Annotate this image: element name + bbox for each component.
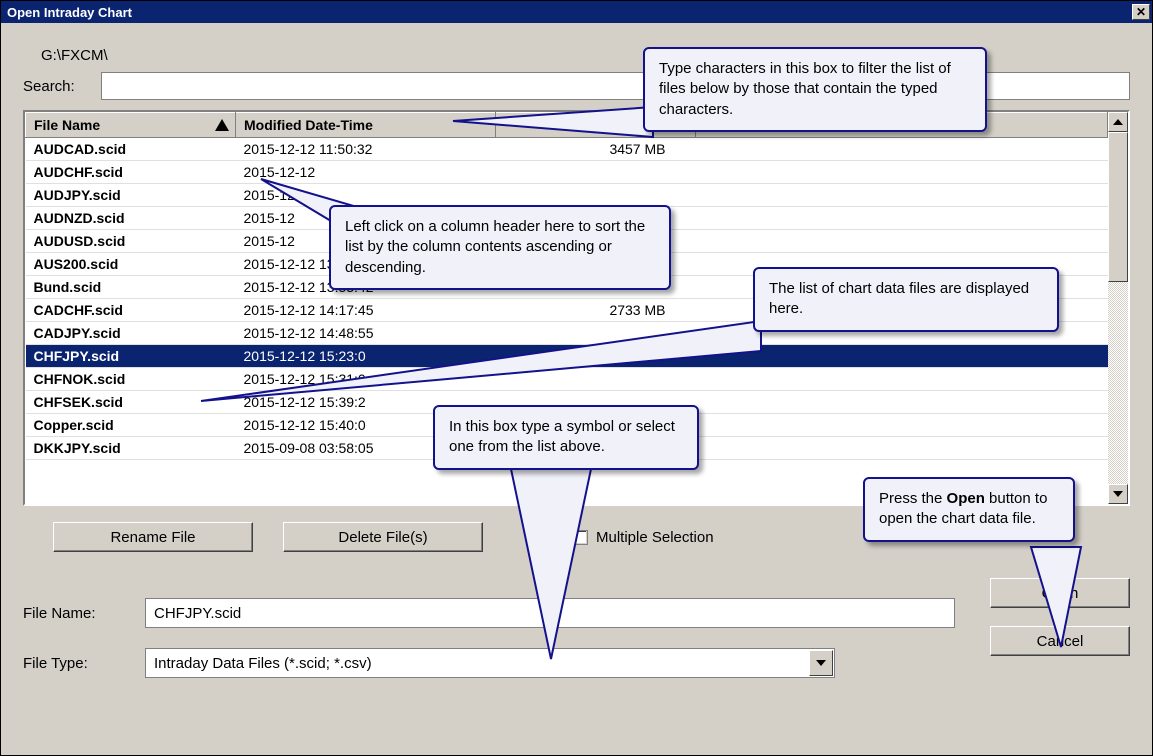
file-size-cell [496, 161, 696, 184]
titlebar: Open Intraday Chart ✕ [1, 1, 1152, 23]
arrow-up-icon [1113, 119, 1123, 125]
column-header-modified-label: Modified Date-Time [244, 117, 373, 133]
file-name-cell: AUS200.scid [26, 253, 236, 276]
file-name-cell: CADCHF.scid [26, 299, 236, 322]
callout-filename-pointer [511, 469, 601, 659]
close-button[interactable]: ✕ [1132, 4, 1150, 20]
sort-ascending-icon [215, 119, 229, 131]
callout-header-text: Left click on a column header here to so… [345, 218, 645, 276]
file-name-cell: AUDNZD.scid [26, 207, 236, 230]
filetype-label: File Type: [23, 655, 133, 672]
filetype-dropdown-button[interactable] [809, 650, 833, 676]
scroll-thumb[interactable] [1108, 132, 1128, 282]
file-name-cell: AUDCHF.scid [26, 161, 236, 184]
callout-search-pointer [453, 107, 653, 147]
callout-list-pointer [201, 321, 761, 411]
callout-list-text: The list of chart data files are display… [769, 280, 1029, 317]
file-name-cell: AUDJPY.scid [26, 184, 236, 207]
column-header-filename-label: File Name [34, 117, 100, 133]
callout-search-tip: Type characters in this box to filter th… [643, 47, 987, 132]
callout-open-bold: Open [947, 490, 985, 507]
scroll-up-button[interactable] [1108, 112, 1128, 132]
scroll-track[interactable] [1108, 132, 1128, 484]
arrow-down-icon [1113, 491, 1123, 497]
callout-open-tip: Press the Open button to open the chart … [863, 477, 1075, 542]
chevron-down-icon [816, 660, 826, 666]
filename-label: File Name: [23, 605, 133, 622]
close-icon: ✕ [1136, 5, 1146, 19]
callout-list-tip: The list of chart data files are display… [753, 267, 1059, 332]
search-label: Search: [23, 78, 101, 95]
callout-open-prefix: Press the [879, 490, 947, 507]
file-size-cell [496, 184, 696, 207]
filetype-select[interactable] [145, 648, 835, 678]
file-spacer-cell [696, 207, 1108, 230]
filename-row: File Name: [23, 598, 970, 628]
callout-filename-text: In this box type a symbol or select one … [449, 418, 675, 455]
scroll-down-button[interactable] [1108, 484, 1128, 504]
table-row[interactable]: AUDCHF.scid2015-12-12 [26, 161, 1108, 184]
file-spacer-cell [696, 161, 1108, 184]
file-name-cell: AUDCAD.scid [26, 138, 236, 161]
delete-files-button[interactable]: Delete File(s) [283, 522, 483, 552]
file-name-cell: DKKJPY.scid [26, 437, 236, 460]
file-spacer-cell [696, 437, 1108, 460]
file-size-cell: 2733 MB [496, 299, 696, 322]
file-name-cell: Bund.scid [26, 276, 236, 299]
callout-header-tip: Left click on a column header here to so… [329, 205, 671, 290]
callout-filename-tip: In this box type a symbol or select one … [433, 405, 699, 470]
column-header-filename[interactable]: File Name [26, 113, 236, 138]
file-spacer-cell [696, 138, 1108, 161]
file-modified-cell: 2015-12-12 14:17:45 [236, 299, 496, 322]
file-spacer-cell [696, 230, 1108, 253]
multiple-selection-label: Multiple Selection [596, 529, 714, 546]
open-intraday-chart-dialog: Open Intraday Chart ✕ G:\FXCM\ Search: F… [0, 0, 1153, 756]
callout-open-pointer [1031, 547, 1091, 647]
vertical-scrollbar[interactable] [1108, 112, 1128, 504]
window-title: Open Intraday Chart [7, 5, 132, 20]
file-spacer-cell [696, 414, 1108, 437]
table-row[interactable]: AUDJPY.scid2015-12 [26, 184, 1108, 207]
callout-search-text: Type characters in this box to filter th… [659, 60, 951, 118]
file-name-cell: AUDUSD.scid [26, 230, 236, 253]
rename-file-button[interactable]: Rename File [53, 522, 253, 552]
file-spacer-cell [696, 184, 1108, 207]
filetype-row: File Type: [23, 648, 970, 678]
file-name-cell: Copper.scid [26, 414, 236, 437]
